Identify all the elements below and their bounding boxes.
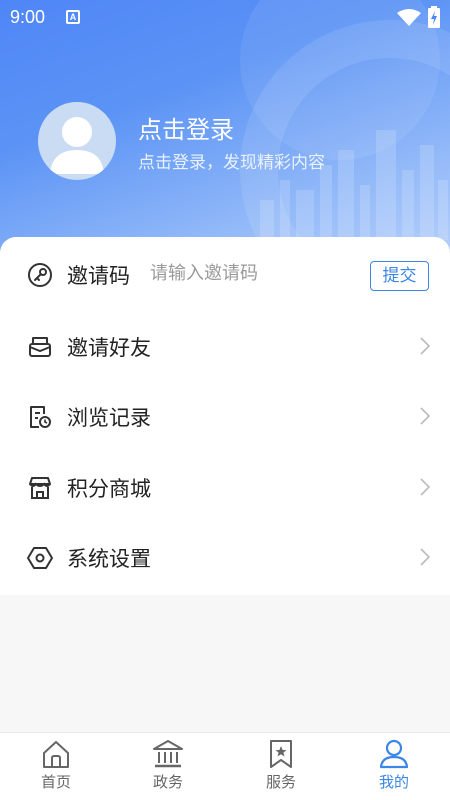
user-icon [379, 739, 409, 769]
tab-services[interactable]: 服务 [225, 733, 337, 800]
tab-home[interactable]: 首页 [0, 733, 112, 800]
status-bar: 9:00 A [0, 0, 450, 34]
history-icon [30, 406, 51, 428]
wifi-icon [397, 9, 421, 26]
home-icon [43, 741, 69, 768]
menu-item-label: 邀请好友 [67, 336, 151, 360]
government-icon [153, 740, 183, 768]
menu-item-label: 积分商城 [67, 477, 151, 501]
header-skyline-decoration [250, 120, 450, 240]
tab-label: 首页 [40, 773, 71, 791]
chevron-right-icon [420, 548, 430, 566]
bottom-tab-bar: 首页 政务 服务 我的 [0, 732, 450, 800]
menu-item-invite-friends[interactable]: 邀请好友 [0, 311, 450, 381]
login-title[interactable]: 点击登录 [138, 110, 234, 145]
status-time: 9:00 [10, 7, 46, 27]
menu-item-history[interactable]: 浏览记录 [0, 381, 450, 451]
bookmark-star-icon [270, 740, 292, 768]
chevron-right-icon [420, 478, 430, 496]
tab-label: 政务 [152, 773, 183, 791]
store-icon [29, 477, 51, 499]
login-subtitle: 点击登录，发现精彩内容 [138, 153, 325, 173]
menu-item-label: 浏览记录 [67, 406, 151, 430]
invite-code-label: 邀请码 [67, 264, 130, 288]
invite-code-input[interactable] [150, 263, 350, 284]
tab-mine[interactable]: 我的 [338, 733, 450, 800]
tab-government[interactable]: 政务 [112, 733, 224, 800]
key-icon [28, 263, 52, 287]
envelope-icon [29, 337, 51, 357]
settings-hexagon-icon [27, 547, 53, 569]
chevron-right-icon [420, 407, 430, 425]
submit-button[interactable]: 提交 [370, 261, 429, 291]
notification-app-icon: A [66, 10, 80, 24]
menu-item-label: 系统设置 [67, 547, 151, 571]
battery-charging-icon [428, 6, 440, 28]
tab-label: 服务 [265, 773, 296, 791]
chevron-right-icon [420, 337, 430, 355]
menu-card: 邀请码 提交 邀请好友 浏览记录 积分商城 [0, 237, 450, 595]
invite-code-row: 邀请码 提交 [0, 239, 450, 309]
avatar[interactable] [38, 102, 116, 180]
profile-header: 9:00 A 点击登录 点击登录，发现精彩内容 [0, 0, 450, 270]
tab-label: 我的 [378, 773, 409, 791]
menu-item-points-mall[interactable]: 积分商城 [0, 452, 450, 522]
default-user-icon [50, 117, 104, 174]
menu-item-settings[interactable]: 系统设置 [0, 522, 450, 592]
